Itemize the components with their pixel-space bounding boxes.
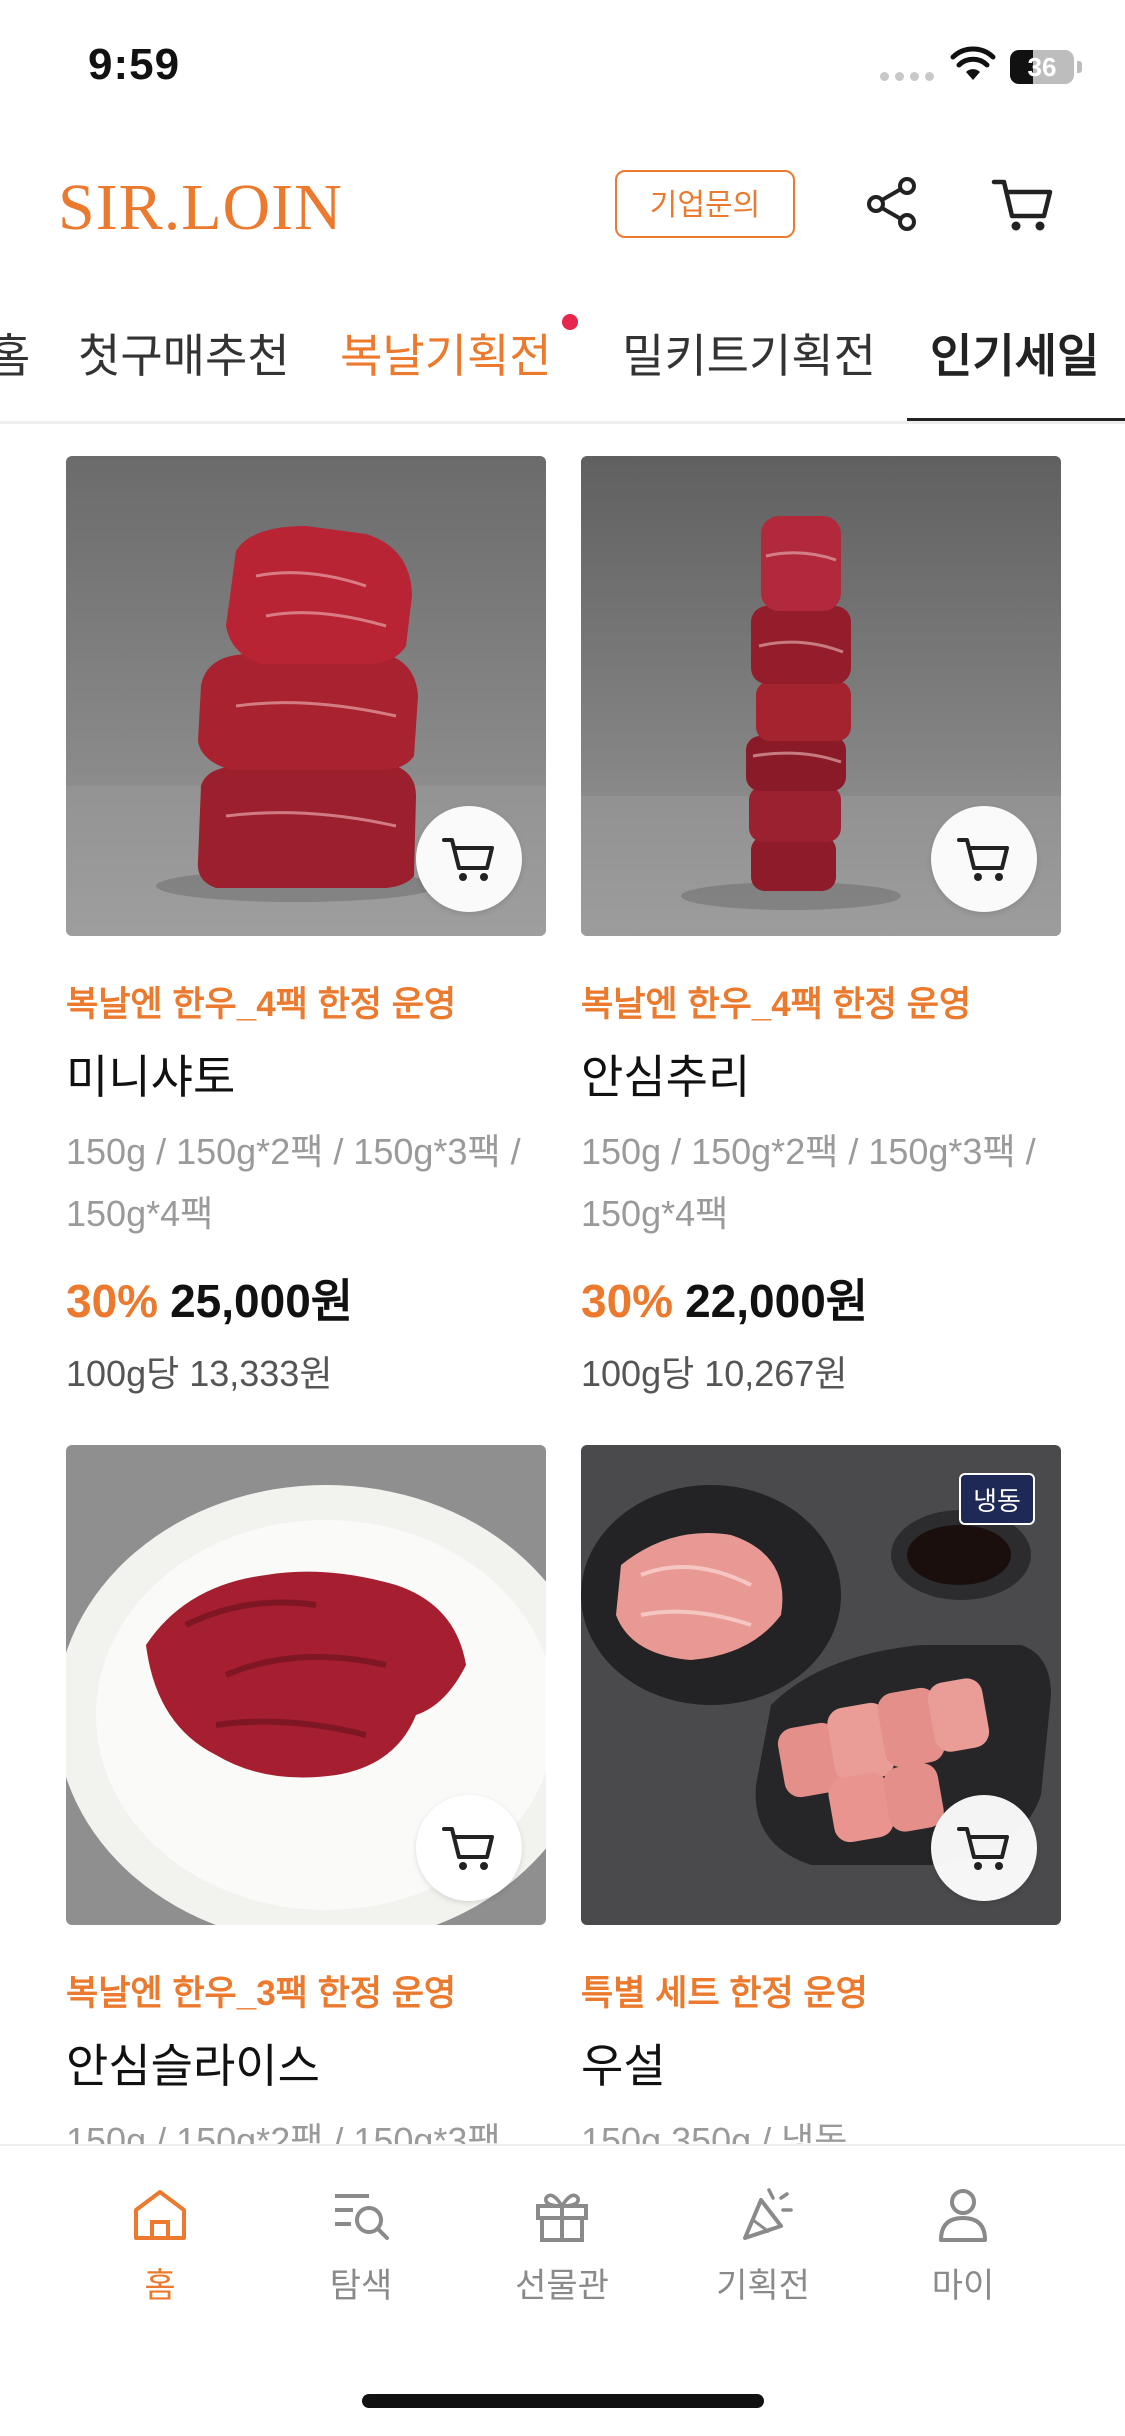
user-icon (939, 2189, 987, 2242)
cart-icon (442, 1827, 494, 1870)
discount-rate: 30% (66, 1275, 159, 1327)
product-image-beef-tongue[interactable]: 냉동 (581, 1445, 1061, 1925)
nav-label: 홈 (144, 2267, 176, 2305)
product-promo: 복날엔 한우_3팩 한정 운영 (66, 1974, 457, 2013)
product-image-tenderloin-trim[interactable] (581, 456, 1061, 936)
battery-icon: 36 (1010, 50, 1074, 84)
tab-mealkit-event[interactable]: 밀키트기획전 (622, 320, 876, 386)
home-indicator (362, 2394, 764, 2408)
nav-label: 기획전 (716, 2267, 810, 2305)
app-header: SIR.LOIN 기업문의 (0, 140, 1125, 270)
status-time: 9:59 (88, 40, 181, 89)
product-options: 150g / 150g*2팩 / 150g*3팩 / 150g*4팩 (66, 1131, 521, 1234)
product-card[interactable]: 냉동 특별 세트 한정 운영 우설 150g 350g / 냉동 (581, 1445, 1061, 2172)
product-price-row: 30% 25,000원 (66, 1265, 546, 1331)
battery-level: 36 (1027, 52, 1057, 82)
nav-my[interactable]: 마이 (893, 2182, 1033, 2307)
search-list-icon (335, 2194, 389, 2240)
product-card[interactable]: 복날엔 한우_4팩 한정 운영 안심추리 150g / 150g*2팩 / 15… (581, 456, 1061, 1397)
home-icon (134, 2190, 186, 2240)
nav-label: 마이 (931, 2267, 995, 2305)
add-to-cart-button[interactable] (416, 806, 522, 912)
nav-promotions[interactable]: 기획전 (693, 2182, 833, 2307)
cart-icon (442, 838, 494, 881)
share-icon[interactable] (862, 174, 922, 234)
cellular-signal-icon (880, 72, 934, 81)
nav-home[interactable]: 홈 (90, 2182, 230, 2307)
product-price-row: 30% 22,000원 (581, 1265, 1061, 1331)
product-name[interactable]: 우설 (581, 2030, 1061, 2096)
unit-price: 100g당 10,267원 (581, 1353, 848, 1394)
status-bar: 9:59 36 (0, 0, 1125, 140)
nav-gift[interactable]: 선물관 (492, 2182, 632, 2307)
brand-logo[interactable]: SIR.LOIN (58, 170, 343, 246)
add-to-cart-button[interactable] (931, 1795, 1037, 1901)
tab-home[interactable]: 홈 (0, 320, 30, 386)
business-inquiry-button[interactable]: 기업문의 (615, 170, 795, 238)
nav-label: 선물관 (515, 2267, 609, 2305)
product-price: 22,000원 (685, 1275, 869, 1327)
gift-icon (536, 2193, 588, 2242)
new-badge-dot (562, 314, 578, 330)
battery-nub (1077, 61, 1082, 73)
product-price: 25,000원 (170, 1275, 354, 1327)
bottom-navigation: 홈 탐색 선물관 기획전 마이 (0, 2144, 1125, 2436)
category-tabs: 홈 첫구매추천 복날기획전 밀키트기획전 인기세일 (0, 300, 1125, 424)
party-icon (743, 2188, 793, 2240)
product-name[interactable]: 안심슬라이스 (66, 2030, 546, 2096)
cart-icon (957, 1827, 1009, 1870)
cart-icon[interactable] (990, 172, 1056, 236)
cart-icon (957, 838, 1009, 881)
product-promo: 특별 세트 한정 운영 (581, 1974, 868, 2013)
unit-price: 100g당 13,333원 (66, 1353, 333, 1394)
add-to-cart-button[interactable] (416, 1795, 522, 1901)
product-image-mini-chateau[interactable] (66, 456, 546, 936)
product-card[interactable]: 복날엔 한우_3팩 한정 운영 안심슬라이스 150g / 150g*2팩 / … (66, 1445, 546, 2172)
product-name[interactable]: 미니샤토 (66, 1041, 546, 1107)
tab-bongnal-event[interactable]: 복날기획전 (340, 320, 552, 386)
product-promo: 복날엔 한우_4팩 한정 운영 (66, 985, 457, 1024)
product-name[interactable]: 안심추리 (581, 1041, 1061, 1107)
nav-explore[interactable]: 탐색 (291, 2182, 431, 2307)
tab-first-purchase[interactable]: 첫구매추천 (78, 320, 290, 386)
product-image-tenderloin-slice[interactable] (66, 1445, 546, 1925)
product-options: 150g / 150g*2팩 / 150g*3팩 / 150g*4팩 (581, 1131, 1036, 1234)
discount-rate: 30% (581, 1275, 674, 1327)
wifi-icon (950, 46, 996, 80)
active-tab-indicator (907, 418, 1125, 421)
product-card[interactable]: 복날엔 한우_4팩 한정 운영 미니샤토 150g / 150g*2팩 / 15… (66, 456, 546, 1397)
nav-label: 탐색 (329, 2267, 393, 2305)
frozen-badge: 냉동 (959, 1473, 1035, 1525)
product-promo: 복날엔 한우_4팩 한정 운영 (581, 985, 972, 1024)
tab-popular-sale[interactable]: 인기세일 (930, 320, 1099, 386)
add-to-cart-button[interactable] (931, 806, 1037, 912)
